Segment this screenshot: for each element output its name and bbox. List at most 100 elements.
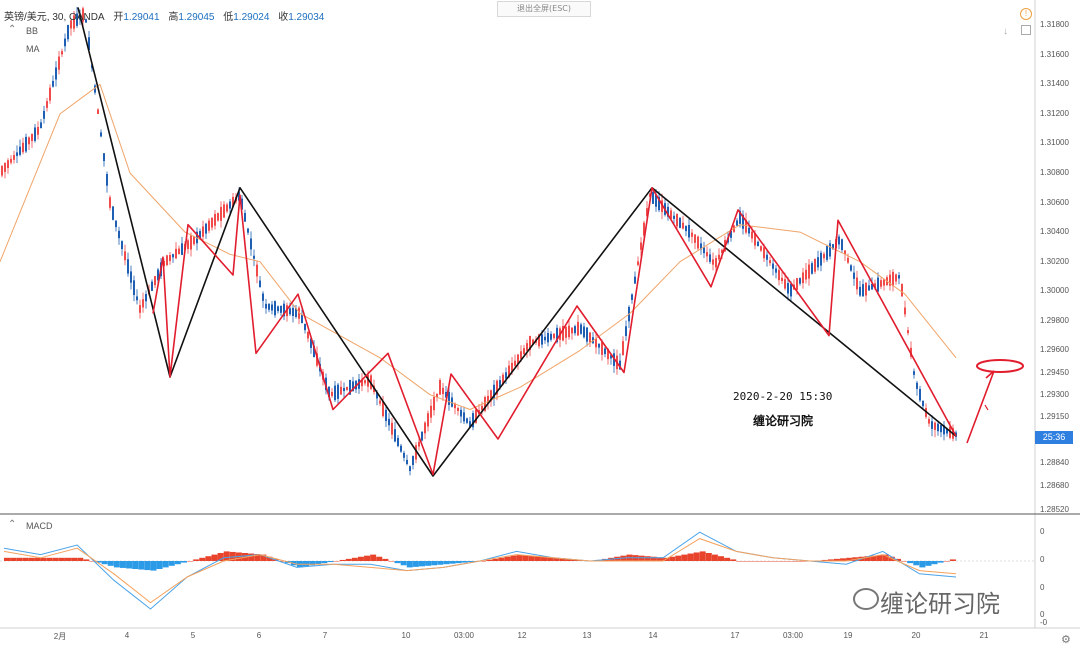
price-tick-label: 1.31600: [1040, 49, 1069, 59]
candle-body: [718, 254, 720, 260]
macd-hist-bar: [126, 561, 133, 569]
chevron-up-icon[interactable]: ⌃: [8, 519, 16, 530]
candle-body: [175, 248, 177, 259]
macd-hist-bar: [675, 555, 682, 561]
macd-hist-bar: [52, 557, 59, 561]
candle-body: [226, 204, 228, 212]
candle-body: [331, 391, 333, 396]
time-tick-label: 20: [911, 631, 921, 640]
candle-body: [223, 204, 225, 218]
candle-body: [127, 259, 129, 274]
macd-hist-bar: [180, 561, 187, 563]
candle-body: [520, 351, 522, 360]
candle-body: [442, 387, 444, 395]
candle-body: [697, 236, 699, 249]
candle-body: [685, 225, 687, 232]
candle-body: [586, 327, 588, 342]
candle-body: [577, 321, 579, 336]
macd-indicator[interactable]: ⌃ MACD: [8, 519, 53, 531]
macd-hist-bar: [370, 554, 377, 561]
macd-hist-bar: [10, 557, 17, 561]
candle-body: [766, 254, 768, 260]
chevron-up-icon[interactable]: ⌃: [8, 24, 16, 35]
macd-hist-bar: [724, 557, 731, 561]
macd-tick-label: 0: [1040, 583, 1045, 592]
price-tick-label: 1.29800: [1040, 315, 1069, 325]
macd-hist-bar: [168, 561, 175, 566]
macd-hist-bar: [400, 561, 407, 566]
candle-body: [385, 409, 387, 422]
candle-body: [457, 407, 459, 411]
candle-body: [439, 380, 441, 395]
candle-body: [202, 226, 204, 237]
interval-label[interactable]: 30: [52, 12, 63, 23]
zigzag-red-layer: [152, 187, 957, 476]
forex-chart[interactable]: [0, 0, 1080, 648]
bb-indicator[interactable]: ⌃ BB: [8, 24, 38, 36]
candle-body: [178, 248, 180, 255]
candle-body: [169, 255, 171, 261]
candle-body: [634, 276, 636, 284]
candle-body: [340, 386, 342, 395]
macd-slow-line: [3, 538, 957, 604]
macd-hist-bar: [461, 561, 468, 563]
warning-icon[interactable]: !: [1020, 8, 1032, 20]
candle-body: [133, 280, 135, 296]
candle-body: [172, 254, 174, 258]
candle-body: [49, 87, 51, 101]
macd-hist-bar: [199, 557, 206, 561]
macd-hist-bar: [711, 554, 718, 561]
candle-body: [427, 413, 429, 427]
macd-hist-bar: [730, 559, 737, 561]
candle-body: [448, 391, 450, 405]
candle-body: [418, 441, 420, 447]
candle-body: [898, 275, 900, 279]
exit-fullscreen-button[interactable]: 退出全屏(ESC): [497, 1, 591, 17]
candle-body: [112, 206, 114, 220]
price-tick-label: 1.30400: [1040, 227, 1069, 237]
macd-hist-bar: [303, 561, 310, 567]
macd-hist-bar: [321, 561, 328, 564]
candle-body: [904, 307, 906, 315]
candle-body: [787, 283, 789, 294]
candle-body: [514, 360, 516, 366]
zigzag-red-line: [152, 187, 957, 476]
candle-body: [412, 455, 414, 465]
macd-hist-bar: [388, 561, 395, 562]
candle-body: [895, 274, 897, 282]
candle-body: [919, 388, 921, 401]
macd-hist-bar: [187, 561, 194, 562]
macd-tick-label: 0: [1040, 555, 1045, 564]
macd-hist-bar: [144, 561, 151, 571]
price-tick-label: 1.29600: [1040, 345, 1069, 355]
macd-hist-bar: [705, 553, 712, 561]
macd-hist-bar: [901, 561, 908, 562]
open-label: 开: [113, 12, 124, 23]
low-value: 1.29024: [233, 12, 270, 23]
fullscreen-icon[interactable]: [1021, 25, 1031, 35]
time-tick-label: 5: [190, 631, 196, 640]
candle-body: [811, 263, 813, 274]
candle-body: [37, 127, 39, 135]
candle-body: [937, 423, 939, 432]
candle-body: [19, 146, 21, 155]
candle-body: [307, 331, 309, 339]
candle-body: [403, 452, 405, 458]
symbol-label[interactable]: 英镑/美元: [4, 12, 47, 23]
candle-body: [253, 255, 255, 259]
ma-line: [0, 83, 957, 410]
gear-icon[interactable]: ⚙: [1061, 633, 1071, 646]
open-value: 1.29041: [123, 12, 160, 23]
candle-body: [571, 327, 573, 334]
candle-body: [181, 243, 183, 255]
download-icon[interactable]: ↓: [1003, 26, 1008, 37]
candle-body: [523, 348, 525, 355]
low-label: 低: [223, 12, 234, 23]
candle-body: [829, 243, 831, 257]
macd-hist-bar: [406, 561, 413, 568]
candle-body: [391, 422, 393, 435]
ma-indicator[interactable]: MA: [26, 44, 40, 54]
candle-body: [103, 153, 105, 162]
time-tick-label: 14: [648, 631, 658, 640]
candle-body: [574, 326, 576, 334]
